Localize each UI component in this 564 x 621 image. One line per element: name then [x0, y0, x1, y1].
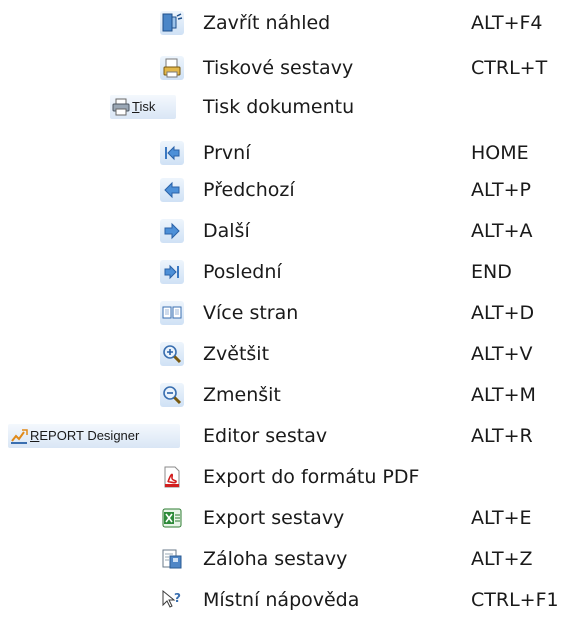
pdf-export-icon[interactable] — [160, 465, 184, 489]
shortcut-key: HOME — [471, 142, 529, 164]
shortcut-row: Export do formátu PDF — [0, 457, 564, 498]
shortcut-key: ALT+P — [471, 179, 531, 201]
shortcut-row: Poslední END — [0, 252, 564, 293]
shortcut-key: ALT+E — [471, 507, 532, 529]
shortcut-label: Další — [203, 220, 250, 242]
svg-text:?: ? — [174, 591, 181, 605]
shortcut-label: První — [203, 142, 251, 164]
shortcut-key: CTRL+T — [471, 57, 548, 79]
report-designer-button-label: REPORT Designer — [30, 428, 140, 443]
print-button[interactable]: Tisk — [110, 95, 176, 119]
report-designer-icon — [10, 427, 28, 445]
shortcut-row: Export sestavy ALT+E — [0, 498, 564, 539]
zoom-in-icon[interactable] — [160, 342, 184, 366]
context-help-icon[interactable]: ? — [160, 588, 184, 612]
shortcut-key: ALT+M — [471, 384, 536, 406]
print-button-label: Tisk — [132, 99, 156, 114]
zoom-out-icon[interactable] — [160, 383, 184, 407]
shortcut-row: Více stran ALT+D — [0, 293, 564, 334]
print-icon — [112, 98, 130, 116]
multiple-pages-icon[interactable] — [160, 301, 184, 325]
shortcut-label: Záloha sestavy — [203, 548, 348, 570]
shortcut-key: CTRL+F1 — [471, 589, 559, 611]
shortcut-row: První HOME — [0, 133, 564, 174]
shortcut-row: Zavřít náhled ALT+F4 — [0, 3, 564, 44]
shortcut-key: ALT+A — [471, 220, 533, 242]
shortcut-row: Tisk Tisk dokumentu — [0, 87, 564, 128]
report-designer-button[interactable]: REPORT Designer — [8, 424, 180, 448]
next-page-icon[interactable] — [160, 219, 184, 243]
shortcut-row: Zvětšit ALT+V — [0, 334, 564, 375]
shortcut-label: Editor sestav — [203, 425, 328, 447]
shortcut-label: Tiskové sestavy — [203, 57, 354, 79]
shortcut-label: Tisk dokumentu — [203, 96, 355, 118]
shortcut-row: Předchozí ALT+P — [0, 170, 564, 211]
first-page-icon[interactable] — [160, 141, 184, 165]
print-reports-icon[interactable] — [160, 56, 184, 80]
shortcut-label: Více stran — [203, 302, 299, 324]
shortcut-label: Předchozí — [203, 179, 295, 201]
previous-page-icon[interactable] — [160, 178, 184, 202]
shortcut-label: Poslední — [203, 261, 282, 283]
shortcut-key: ALT+D — [471, 302, 535, 324]
shortcut-label: Zavřít náhled — [203, 12, 331, 34]
shortcut-label: Místní nápověda — [203, 589, 360, 611]
shortcut-row: ? Místní nápověda CTRL+F1 — [0, 580, 564, 621]
shortcut-key: ALT+F4 — [471, 12, 543, 34]
shortcut-key: ALT+V — [471, 343, 533, 365]
shortcut-key: ALT+Z — [471, 548, 533, 570]
shortcut-legend: Zavřít náhled ALT+F4 Tiskové sestavy CTR… — [0, 0, 564, 611]
shortcut-row: Tiskové sestavy CTRL+T — [0, 48, 564, 89]
shortcut-row: Další ALT+A — [0, 211, 564, 252]
shortcut-label: Zmenšit — [203, 384, 281, 406]
backup-report-icon[interactable] — [160, 547, 184, 571]
shortcut-label: Zvětšit — [203, 343, 270, 365]
shortcut-label: Export do formátu PDF — [203, 466, 420, 488]
shortcut-row: Záloha sestavy ALT+Z — [0, 539, 564, 580]
shortcut-key: END — [471, 261, 512, 283]
shortcut-label: Export sestavy — [203, 507, 345, 529]
close-preview-icon[interactable] — [160, 11, 184, 35]
shortcut-row: REPORT Designer Editor sestav ALT+R — [0, 416, 564, 457]
last-page-icon[interactable] — [160, 260, 184, 284]
excel-export-icon[interactable] — [160, 506, 184, 530]
shortcut-key: ALT+R — [471, 425, 533, 447]
shortcut-row: Zmenšit ALT+M — [0, 375, 564, 416]
